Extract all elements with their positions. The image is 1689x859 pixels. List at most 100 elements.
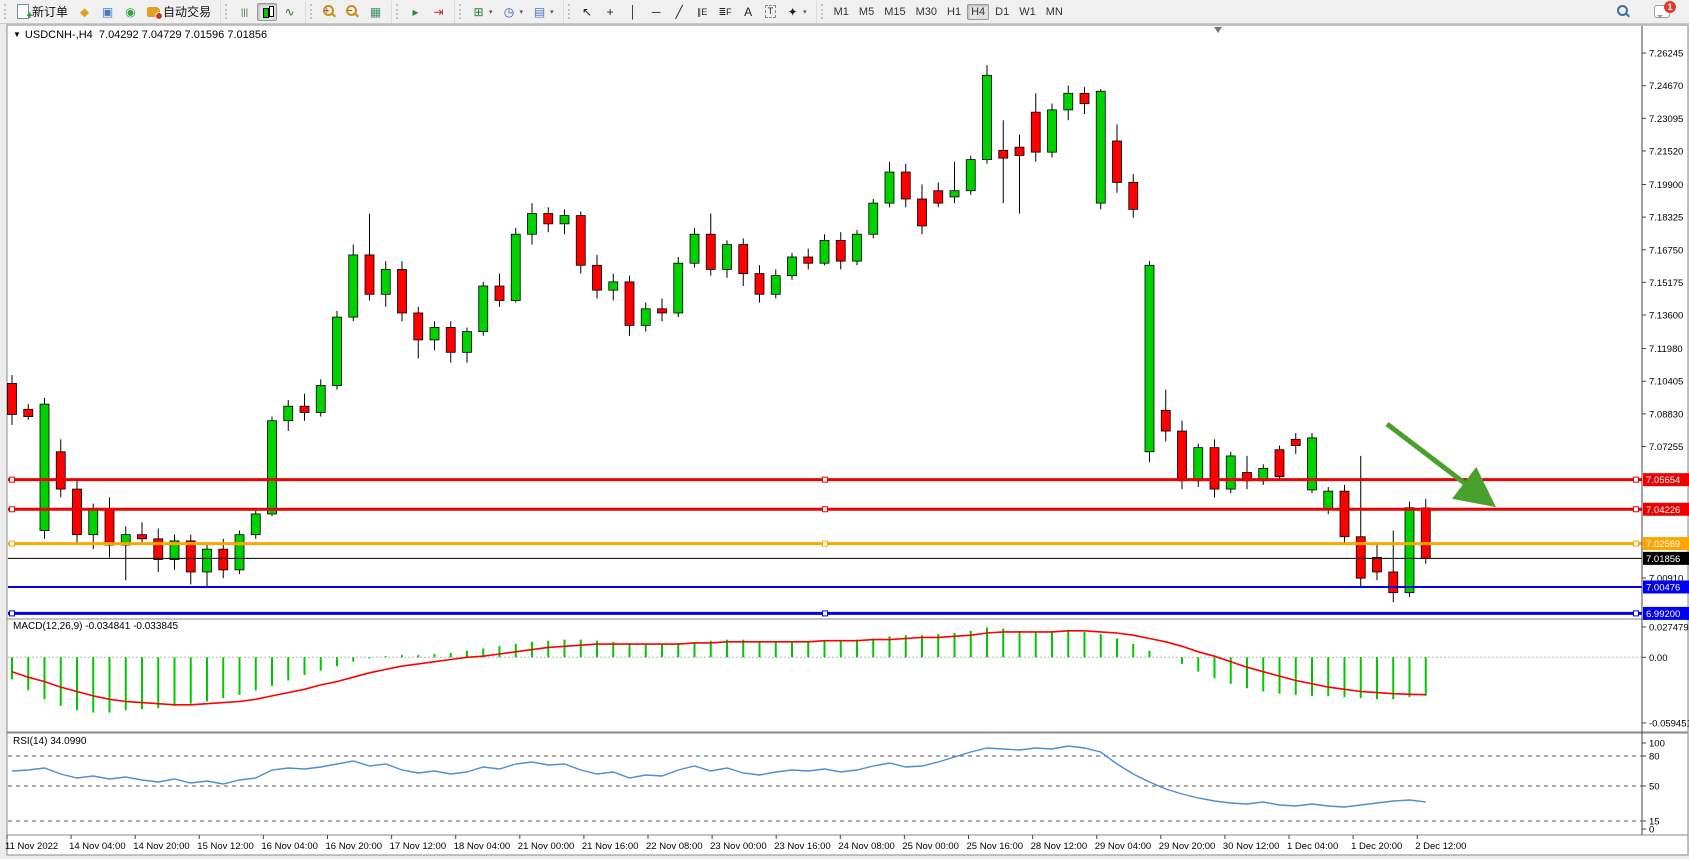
candlestick-chart-button[interactable]	[257, 3, 277, 21]
line-handle[interactable]	[1634, 507, 1639, 512]
tf-h4-button[interactable]: H4	[967, 4, 989, 20]
period-button[interactable]: ◷▾	[499, 3, 528, 21]
line-chart-button[interactable]: ∿	[279, 3, 300, 21]
fibonacci-icon: ≣F	[719, 5, 732, 19]
new-chart-button[interactable]: ⊞▾	[468, 3, 497, 21]
cursor-button[interactable]: ↖	[577, 3, 598, 21]
line-handle[interactable]	[823, 477, 828, 482]
svg-text:7.21520: 7.21520	[1649, 146, 1683, 157]
line-handle[interactable]	[1634, 477, 1639, 482]
crosshair-icon: +	[604, 5, 617, 19]
tf-h4-label: H4	[971, 6, 985, 18]
line-handle[interactable]	[10, 477, 15, 482]
crosshair-button[interactable]: +	[600, 3, 621, 21]
svg-text:7.18325: 7.18325	[1649, 213, 1683, 224]
horizontal-line-icon: ─	[650, 5, 663, 19]
trendline-button[interactable]: ╱	[669, 3, 690, 21]
line-handle[interactable]	[823, 611, 828, 616]
mt4-window: 新订单◆▣◉自动交易|||∿+−▦▸⇥⊞▾◷▾▤▾↖+│─╱∥E≣FAT✦▾M1…	[0, 0, 1689, 859]
svg-text:22 Nov 08:00: 22 Nov 08:00	[646, 841, 703, 852]
text-label-button[interactable]: T	[761, 3, 781, 20]
svg-text:7.10405: 7.10405	[1649, 377, 1683, 388]
chat-bubble-icon: 1	[1654, 5, 1670, 18]
new-order-button[interactable]: 新订单	[13, 1, 72, 22]
auto-scroll-button[interactable]: ▸	[405, 3, 426, 21]
candlestick-chart-icon	[261, 5, 273, 19]
svg-text:14 Nov 20:00: 14 Nov 20:00	[133, 841, 190, 852]
horizontal-line-button[interactable]: ─	[646, 3, 667, 21]
line-handle[interactable]	[823, 541, 828, 546]
tf-d1-button[interactable]: D1	[991, 4, 1013, 20]
search-icon	[1617, 5, 1630, 18]
symbol-dropdown-icon[interactable]: ▼	[13, 30, 21, 39]
tf-m5-button[interactable]: M5	[855, 4, 878, 20]
svg-text:2 Dec 12:00: 2 Dec 12:00	[1415, 841, 1466, 852]
tf-m30-label: M30	[916, 6, 937, 18]
vertical-line-icon: │	[627, 5, 640, 19]
chevron-down-icon: ▾	[803, 8, 807, 16]
toolbar-group: ||| ∿	[220, 1, 305, 23]
svg-text:7.24670: 7.24670	[1649, 81, 1683, 92]
svg-text:17 Nov 12:00: 17 Nov 12:00	[390, 841, 447, 852]
line-handle[interactable]	[10, 507, 15, 512]
template-button[interactable]: ▤▾	[529, 3, 558, 21]
arrows-button[interactable]: ✦▾	[782, 3, 811, 21]
toolbar-group: ↖+│─╱∥E≣FAT✦▾	[563, 1, 816, 23]
tf-m30-button[interactable]: M30	[912, 4, 941, 20]
autotrading-button[interactable]: 自动交易	[143, 1, 215, 22]
zoom-out-icon: −	[346, 5, 359, 18]
line-handle[interactable]	[823, 507, 828, 512]
svg-text:80: 80	[1649, 752, 1660, 763]
svg-text:25 Nov 00:00: 25 Nov 00:00	[902, 841, 959, 852]
line-handle[interactable]	[1634, 611, 1639, 616]
svg-text:7.05654: 7.05654	[1646, 475, 1680, 486]
text-button[interactable]: A	[738, 3, 759, 21]
line-handle[interactable]	[10, 541, 15, 546]
search-button[interactable]	[1613, 3, 1634, 20]
tf-m5-label: M5	[859, 6, 874, 18]
zoom-in-button[interactable]: +	[319, 3, 340, 20]
line-handle[interactable]	[10, 611, 15, 616]
svg-text:15 Nov 12:00: 15 Nov 12:00	[197, 841, 254, 852]
toolbar: 新订单◆▣◉自动交易|||∿+−▦▸⇥⊞▾◷▾▤▾↖+│─╱∥E≣FAT✦▾M1…	[0, 0, 1689, 24]
tile-windows-button[interactable]: ▦	[365, 3, 386, 21]
tf-mn-button[interactable]: MN	[1042, 4, 1067, 20]
auto-scroll-icon: ▸	[409, 5, 422, 19]
terminal-icon: ▣	[101, 5, 114, 19]
chart-shift-button[interactable]: ⇥	[428, 3, 449, 21]
terminal-button[interactable]: ▣	[97, 3, 118, 21]
svg-text:1 Dec 20:00: 1 Dec 20:00	[1351, 841, 1402, 852]
line-chart-icon: ∿	[283, 5, 296, 19]
tf-m15-button[interactable]: M15	[880, 4, 909, 20]
svg-text:11 Nov 2022: 11 Nov 2022	[5, 841, 58, 852]
text-label-icon: T	[765, 5, 777, 18]
bar-chart-button[interactable]: |||	[234, 3, 255, 21]
notifications-button[interactable]: 1	[1650, 3, 1674, 20]
svg-text:0: 0	[1649, 825, 1654, 836]
chart-profiles-button[interactable]: ◆	[74, 3, 95, 21]
line-handle[interactable]	[1634, 541, 1639, 546]
svg-text:29 Nov 20:00: 29 Nov 20:00	[1159, 841, 1216, 852]
zoom-out-button[interactable]: −	[342, 3, 363, 20]
arrows-icon: ✦	[786, 5, 799, 19]
svg-text:7.15175: 7.15175	[1649, 278, 1683, 289]
svg-text:7.01856: 7.01856	[1646, 554, 1680, 565]
toolbar-group: ▸⇥	[391, 1, 454, 23]
svg-text:23 Nov 16:00: 23 Nov 16:00	[774, 841, 831, 852]
chart-canvas[interactable]: 7.262457.246707.230957.215207.199007.183…	[0, 0, 1689, 859]
trendline-icon: ╱	[673, 5, 686, 19]
tf-m1-button[interactable]: M1	[830, 4, 853, 20]
svg-text:7.26245: 7.26245	[1649, 49, 1683, 60]
vertical-line-button[interactable]: │	[623, 3, 644, 21]
news-button[interactable]: ◉	[120, 3, 141, 21]
svg-text:100: 100	[1649, 739, 1665, 750]
tf-w1-button[interactable]: W1	[1015, 4, 1040, 20]
channel-button[interactable]: ∥E	[692, 3, 713, 21]
fibonacci-button[interactable]: ≣F	[715, 3, 736, 21]
svg-text:7.19900: 7.19900	[1649, 180, 1683, 191]
svg-text:21 Nov 00:00: 21 Nov 00:00	[518, 841, 575, 852]
toolbar-group: M1 M5 M15 M30 H1 H4 D1W1MN	[816, 1, 1072, 23]
svg-text:7.07255: 7.07255	[1649, 442, 1683, 453]
svg-text:7.16750: 7.16750	[1649, 245, 1683, 256]
tf-h1-button[interactable]: H1	[943, 4, 965, 20]
